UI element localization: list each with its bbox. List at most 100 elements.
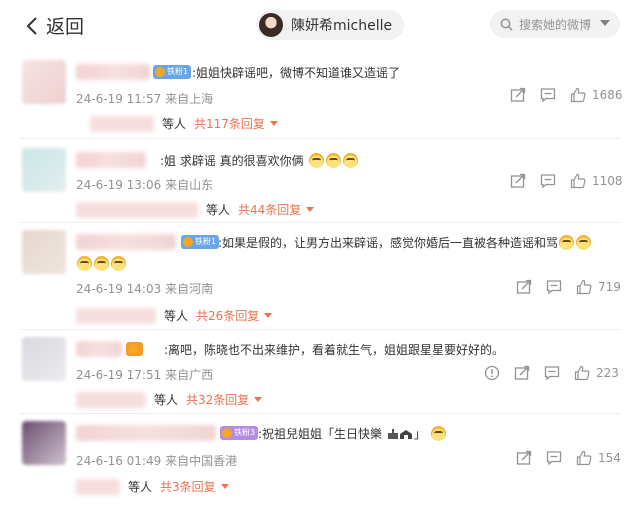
avatar[interactable] bbox=[22, 337, 66, 381]
thumbs-up-icon bbox=[576, 279, 592, 295]
like-count: 223 bbox=[596, 366, 619, 380]
reply-prefix: 等人 bbox=[206, 203, 231, 217]
caret-down-icon bbox=[220, 484, 229, 489]
avatar[interactable] bbox=[22, 148, 66, 192]
reply-count: 共117条回复 bbox=[194, 117, 265, 131]
comment-text: :姐 求辟谣 真的很喜欢你俩 bbox=[160, 152, 359, 169]
comment-time: 24-6-19 13:06 bbox=[76, 178, 162, 192]
comment-icon[interactable] bbox=[546, 279, 562, 295]
divider bbox=[20, 138, 620, 139]
replier-names bbox=[76, 391, 146, 408]
reply-prefix: 等人 bbox=[128, 480, 153, 494]
report-icon[interactable] bbox=[484, 365, 500, 381]
caret-down-icon bbox=[269, 121, 278, 126]
like-button[interactable]: 1686 bbox=[570, 87, 623, 103]
avatar[interactable] bbox=[22, 421, 66, 465]
chevron-down-icon[interactable] bbox=[600, 20, 610, 26]
comment-meta: 24-6-19 11:57 来自上海 bbox=[76, 90, 213, 107]
laugh-cry-emoji-icon bbox=[111, 256, 126, 271]
profile-name: 陳妍希michelle bbox=[291, 18, 393, 34]
comment-location: 来自上海 bbox=[165, 92, 214, 106]
back-button[interactable]: 返回 bbox=[26, 12, 84, 39]
chevron-left-icon bbox=[26, 16, 37, 35]
reply-count: 共32条回复 bbox=[186, 393, 250, 407]
like-count: 1108 bbox=[592, 174, 623, 188]
divider bbox=[20, 222, 620, 223]
username[interactable] bbox=[76, 152, 146, 168]
like-count: 154 bbox=[598, 451, 621, 465]
comment-meta: 24-6-19 17:51 来自广西 bbox=[76, 366, 213, 383]
comment-text-emoji-line bbox=[76, 256, 127, 271]
username[interactable] bbox=[76, 64, 150, 80]
divider bbox=[20, 413, 620, 414]
reply-prefix: 等人 bbox=[164, 309, 189, 323]
like-count: 719 bbox=[598, 280, 621, 294]
caret-down-icon bbox=[254, 397, 263, 402]
comment-location: 来自中国香港 bbox=[165, 454, 238, 468]
comment-time: 24-6-16 01:49 bbox=[76, 454, 162, 468]
comment-text-tail: 」 bbox=[413, 427, 426, 441]
like-count: 1686 bbox=[592, 88, 623, 102]
comment-actions: 1108 bbox=[510, 173, 623, 189]
crying-emoji-icon bbox=[308, 153, 324, 168]
laugh-cry-emoji-icon bbox=[94, 256, 109, 271]
reply-prefix: 等人 bbox=[162, 117, 187, 131]
comment-text: :离吧，陈晓也不出来维护，看着就生气，姐姐跟星星要好好的。 bbox=[164, 343, 505, 357]
reply-summary[interactable]: 等人 共26条回复 bbox=[76, 307, 273, 324]
comment-text: :祝祖兒姐姐「生日快樂 」 bbox=[258, 425, 447, 442]
comment-time: 24-6-19 17:51 bbox=[76, 368, 162, 382]
comment-actions: 154 bbox=[516, 450, 621, 466]
replier-names bbox=[76, 478, 120, 495]
comment-icon[interactable] bbox=[540, 87, 556, 103]
laugh-cry-emoji-icon bbox=[559, 235, 575, 250]
smile-emoji-icon bbox=[430, 426, 446, 441]
thumbs-up-icon bbox=[574, 365, 590, 381]
laugh-cry-emoji-icon bbox=[576, 235, 592, 250]
reply-prefix: 等人 bbox=[154, 393, 179, 407]
fan-badge bbox=[126, 342, 143, 356]
laugh-cry-emoji-icon bbox=[77, 256, 92, 271]
comment-meta: 24-6-16 01:49 来自中国香港 bbox=[76, 452, 237, 469]
share-icon[interactable] bbox=[516, 279, 532, 295]
comment-time: 24-6-19 14:03 bbox=[76, 282, 162, 296]
caret-down-icon bbox=[264, 313, 273, 318]
username[interactable] bbox=[76, 425, 216, 441]
reply-summary[interactable]: 等人 共32条回复 bbox=[76, 391, 263, 408]
reply-summary[interactable]: 等人 共117条回复 bbox=[90, 115, 278, 132]
replier-names bbox=[76, 201, 198, 218]
search-input[interactable]: 搜索她的微博 bbox=[490, 10, 620, 38]
username[interactable] bbox=[76, 234, 176, 250]
comment-actions: 1686 bbox=[510, 87, 623, 103]
username[interactable] bbox=[76, 341, 122, 357]
crying-emoji-icon bbox=[325, 153, 341, 168]
comment-icon[interactable] bbox=[540, 173, 556, 189]
share-icon[interactable] bbox=[514, 365, 530, 381]
like-button[interactable]: 223 bbox=[574, 365, 619, 381]
search-icon bbox=[500, 18, 513, 31]
avatar[interactable] bbox=[22, 230, 66, 274]
thumbs-up-icon bbox=[570, 173, 586, 189]
fan-badge: 铁粉1 bbox=[153, 65, 192, 79]
fan-badge: 铁粉3 bbox=[220, 426, 259, 440]
thumbs-up-icon bbox=[576, 450, 592, 466]
back-label: 返回 bbox=[46, 16, 85, 38]
share-icon[interactable] bbox=[510, 87, 526, 103]
comment-text-body: :姐 求辟谣 真的很喜欢你俩 bbox=[160, 154, 304, 168]
share-icon[interactable] bbox=[510, 173, 526, 189]
like-button[interactable]: 154 bbox=[576, 450, 621, 466]
reply-summary[interactable]: 等人 共3条回复 bbox=[76, 478, 229, 495]
comment-icon[interactable] bbox=[544, 365, 560, 381]
like-button[interactable]: 719 bbox=[576, 279, 621, 295]
like-button[interactable]: 1108 bbox=[570, 173, 623, 189]
comment-icon[interactable] bbox=[546, 450, 562, 466]
comment-text: :如果是假的，让男方出来辟谣，感觉你婚后一直被各种造谣和骂 bbox=[218, 234, 592, 251]
profile-chip[interactable]: 陳妍希michelle bbox=[256, 10, 405, 40]
comment-actions: 719 bbox=[516, 279, 621, 295]
avatar[interactable] bbox=[22, 60, 66, 104]
fan-badge: 铁粉1 bbox=[181, 235, 220, 249]
comment-location: 来自河南 bbox=[165, 282, 214, 296]
top-bar: 返回 陳妍希michelle 搜索她的微博 bbox=[0, 0, 640, 48]
reply-count: 共44条回复 bbox=[238, 203, 302, 217]
reply-summary[interactable]: 等人 共44条回复 bbox=[76, 201, 315, 218]
share-icon[interactable] bbox=[516, 450, 532, 466]
